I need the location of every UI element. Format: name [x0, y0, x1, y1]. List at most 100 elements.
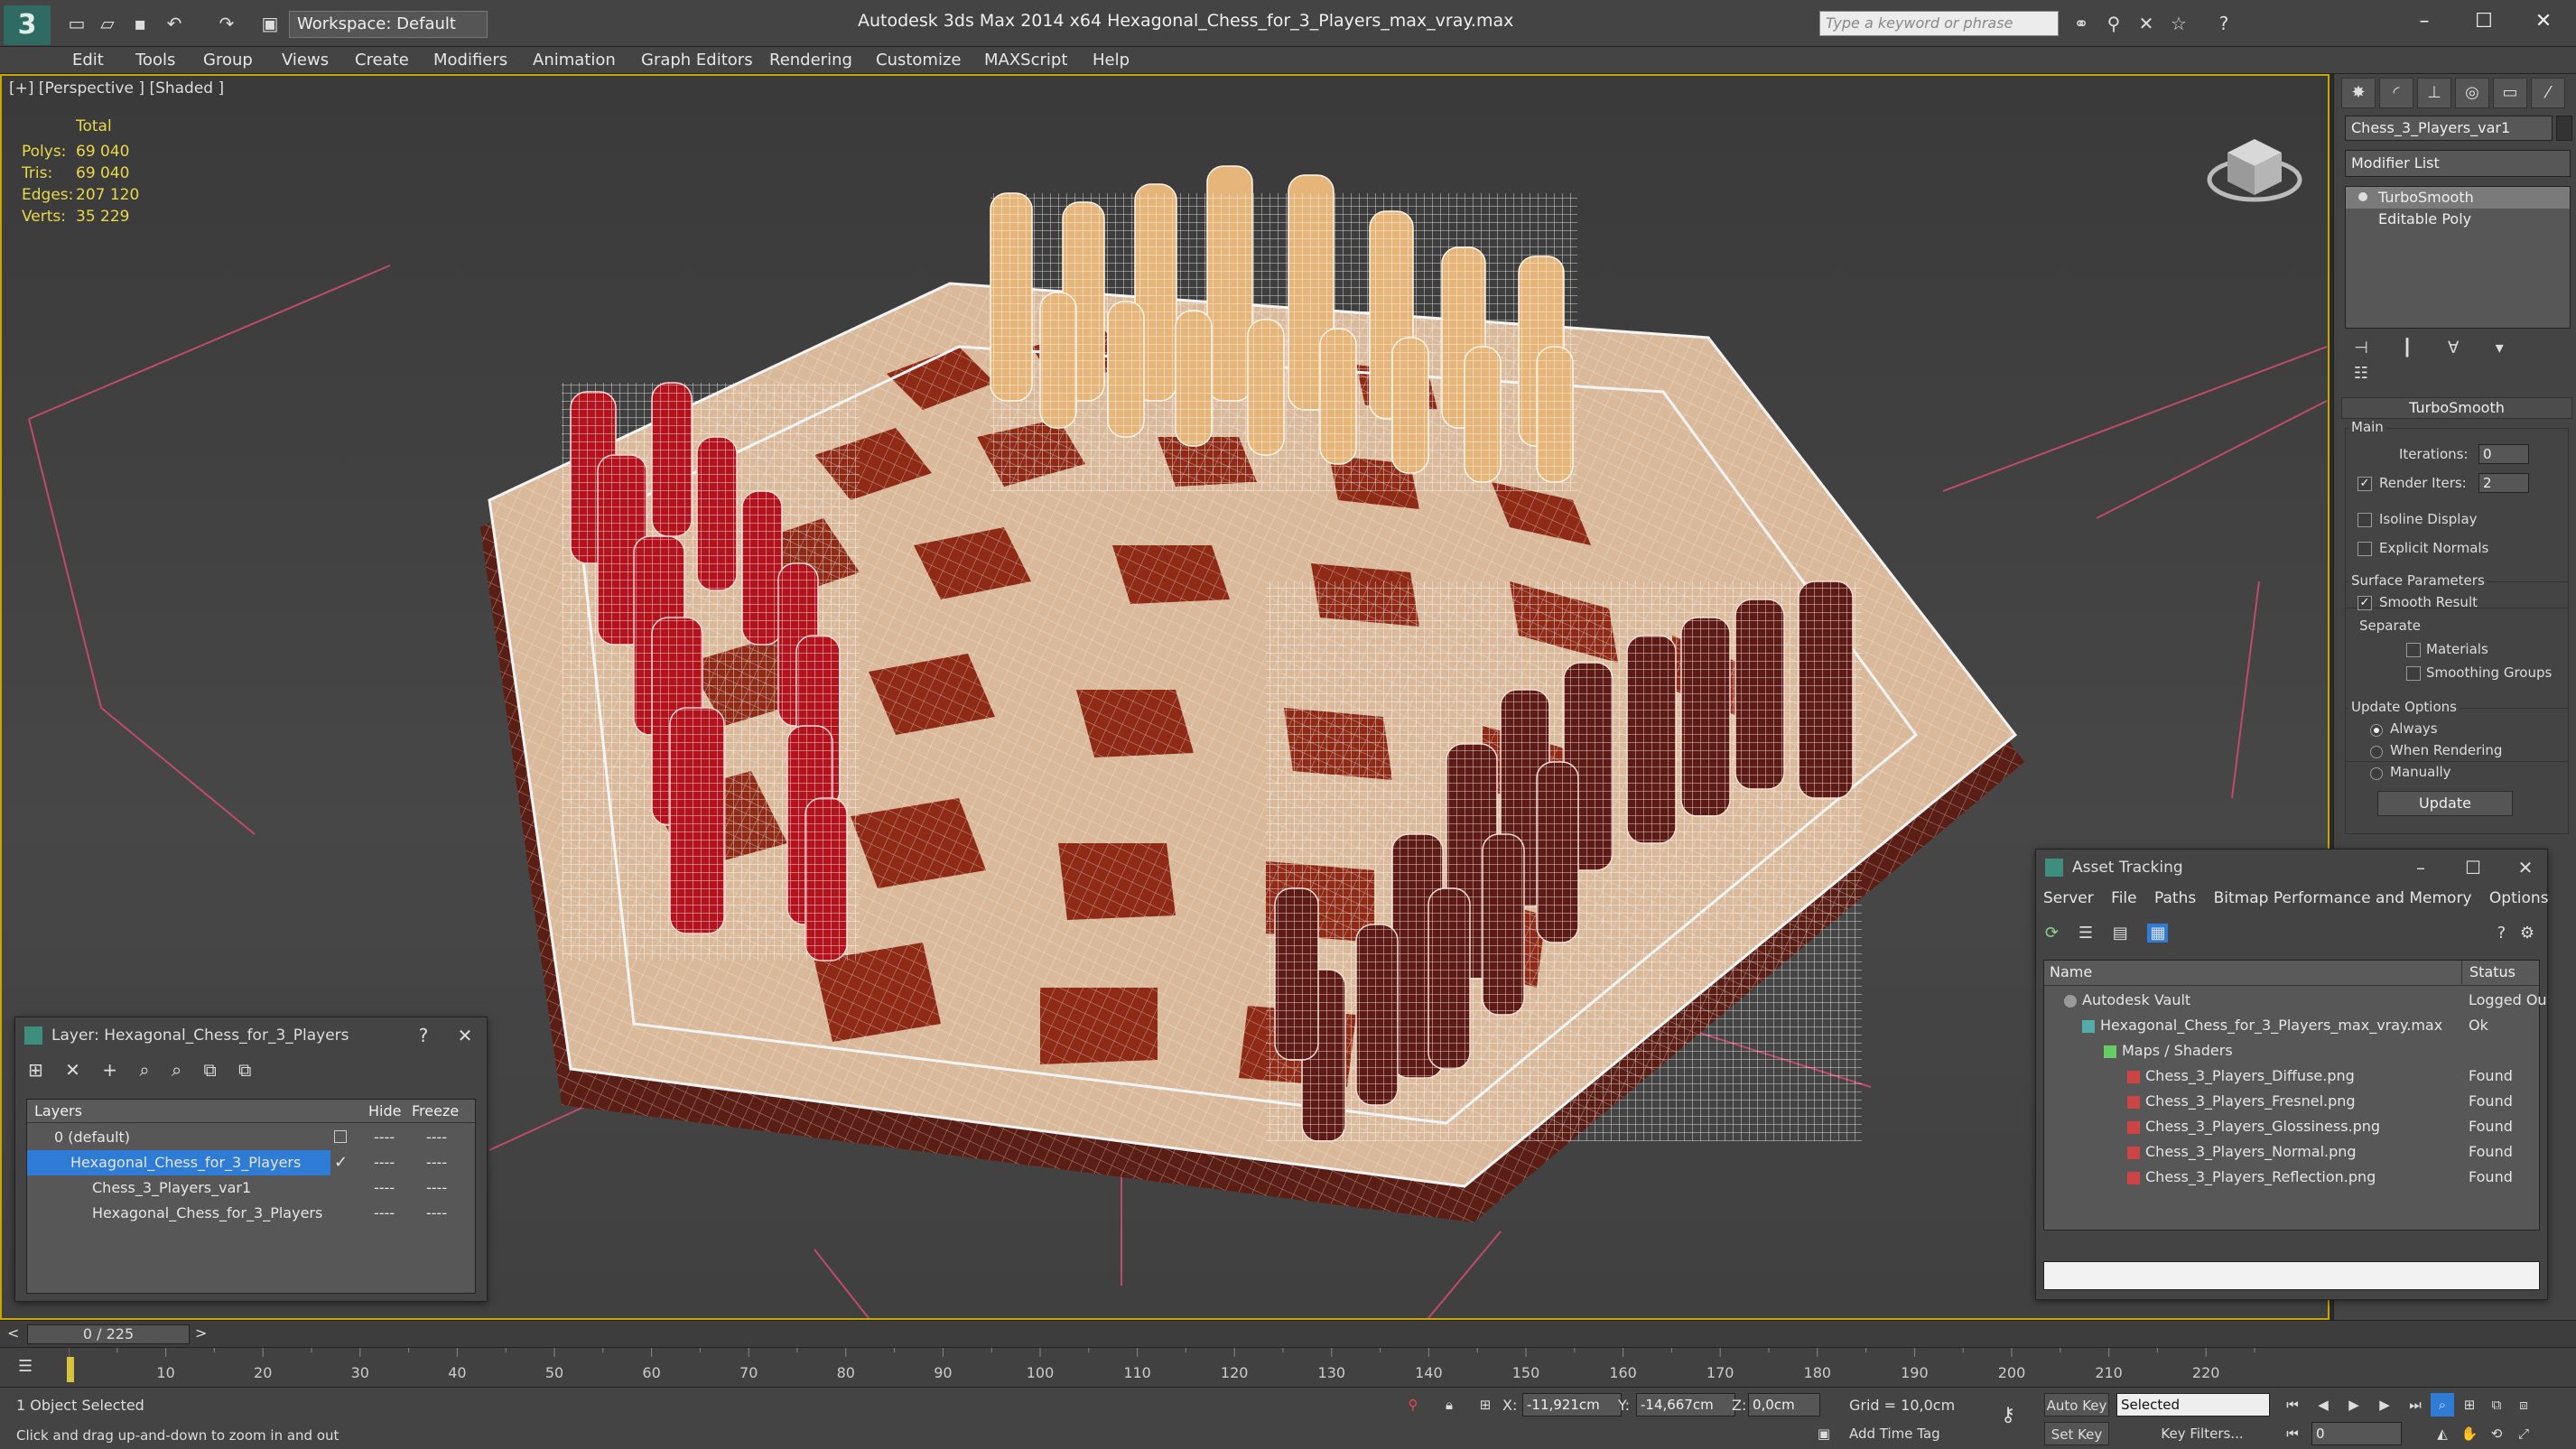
zoom-icon[interactable]: ⌕	[2431, 1393, 2454, 1416]
absolute-mode-icon[interactable]: ⊞	[1475, 1393, 1495, 1416]
layer-row[interactable]: 0 (default) ---- ----	[27, 1125, 475, 1150]
menu-create[interactable]: Create	[355, 51, 409, 70]
asset-menu-paths[interactable]: Paths	[2154, 889, 2196, 907]
settings-icon[interactable]: ⚙	[2520, 924, 2534, 943]
light-bulb-icon[interactable]	[2358, 192, 2367, 201]
display-tab-icon[interactable]: ▭	[2493, 78, 2527, 108]
field-of-view-icon[interactable]: ◭	[2431, 1422, 2454, 1445]
minimize-icon[interactable]: –	[2403, 850, 2439, 886]
add-time-tag[interactable]: Add Time Tag	[1849, 1426, 1940, 1442]
pin-stack-icon[interactable]: ⊣	[2345, 336, 2377, 361]
utilities-tab-icon[interactable]: ⁄	[2531, 78, 2565, 108]
open-file-icon[interactable]: ▱	[94, 11, 121, 36]
show-end-result-icon[interactable]: ┃	[2391, 336, 2423, 361]
help-icon[interactable]: ?	[2497, 924, 2506, 943]
current-frame-marker[interactable]	[67, 1357, 74, 1382]
render-iters-checkbox[interactable]: ✓	[2357, 477, 2372, 491]
asset-row[interactable]: Chess_3_Players_Fresnel.png Found	[2044, 1089, 2539, 1114]
object-name-field[interactable]: Chess_3_Players_var1	[2345, 116, 2553, 141]
current-frame-field[interactable]: 0	[2311, 1422, 2402, 1445]
go-to-end-icon[interactable]: ⏭	[2404, 1393, 2427, 1416]
add-to-layer-icon[interactable]: +	[102, 1059, 117, 1081]
modifier-list-dropdown[interactable]: Modifier List	[2345, 150, 2571, 177]
object-color-swatch[interactable]	[2556, 116, 2572, 141]
asset-row[interactable]: Chess_3_Players_Reflection.png Found	[2044, 1165, 2539, 1190]
maximize-icon[interactable]: ☐	[2455, 850, 2491, 886]
new-file-icon[interactable]: ▭	[63, 11, 90, 36]
next-frame-icon[interactable]: >	[195, 1324, 207, 1342]
viewport-label[interactable]: [+] [Perspective ] [Shaded ]	[9, 79, 224, 98]
asset-row[interactable]: Hexagonal_Chess_for_3_Players_max_vray.m…	[2044, 1013, 2539, 1038]
thumbnail-view-icon[interactable]: ▤	[2113, 924, 2128, 943]
next-key-icon[interactable]: ▶	[2373, 1393, 2396, 1416]
menu-animation[interactable]: Animation	[533, 51, 616, 70]
hierarchy-tab-icon[interactable]: ⊥	[2417, 78, 2451, 108]
communication-icon[interactable]: ✕	[2133, 11, 2160, 36]
previous-key-icon[interactable]: ◀	[2311, 1393, 2335, 1416]
set-key-button[interactable]: Set Key	[2044, 1422, 2109, 1445]
zoom-extents-all-icon[interactable]: ⧈	[2512, 1393, 2535, 1416]
col-freeze[interactable]: Freeze	[412, 1100, 459, 1123]
asset-menu-server[interactable]: Server	[2043, 889, 2094, 907]
col-hide[interactable]: Hide	[368, 1100, 401, 1123]
modify-tab-icon[interactable]: ◜	[2379, 78, 2413, 108]
table-view-icon[interactable]: ▦	[2147, 924, 2169, 943]
menu-group[interactable]: Group	[203, 51, 253, 70]
asset-menu-bitmap[interactable]: Bitmap Performance and Memory	[2214, 889, 2472, 907]
maximize-icon[interactable]: ☐	[2461, 5, 2506, 38]
manually-radio[interactable]	[2370, 767, 2383, 780]
asset-row[interactable]: Chess_3_Players_Normal.png Found	[2044, 1139, 2539, 1165]
subscription-icon[interactable]: ⚲	[2100, 11, 2127, 36]
render-iters-spinner[interactable]: 2	[2478, 473, 2529, 493]
menu-help[interactable]: Help	[1093, 51, 1130, 70]
auto-key-button[interactable]: Auto Key	[2044, 1393, 2109, 1416]
iterations-spinner[interactable]: 0	[2478, 444, 2529, 464]
orbit-icon[interactable]: ⟲	[2485, 1422, 2508, 1445]
minimize-icon[interactable]: –	[2402, 5, 2447, 38]
hide-all-icon[interactable]: ⧉	[204, 1059, 217, 1081]
prev-frame-icon[interactable]: <	[7, 1324, 19, 1342]
layer-row[interactable]: Hexagonal_Chess_for_3_Players ---- ----	[27, 1201, 475, 1226]
menu-graph-editors[interactable]: Graph Editors	[641, 51, 753, 70]
x-coordinate-field[interactable]: -11,921cm	[1522, 1393, 1622, 1416]
menu-rendering[interactable]: Rendering	[769, 51, 852, 70]
remove-modifier-icon[interactable]: ▾	[2483, 336, 2516, 361]
asset-menu-file[interactable]: File	[2111, 889, 2136, 907]
new-layer-icon[interactable]: ⊞	[28, 1059, 43, 1081]
isoline-display-checkbox[interactable]	[2357, 513, 2372, 527]
app-logo-icon[interactable]: 3	[4, 5, 51, 45]
menu-edit[interactable]: Edit	[72, 51, 104, 70]
selection-set-dropdown[interactable]: Selected	[2116, 1393, 2270, 1416]
z-coordinate-field[interactable]: 0,0cm	[1748, 1393, 1820, 1416]
freeze-all-icon[interactable]: ⧉	[238, 1059, 251, 1081]
redo-icon[interactable]: ↷	[213, 11, 240, 36]
y-coordinate-field[interactable]: -14,667cm	[1636, 1393, 1735, 1416]
asset-menu-options[interactable]: Options	[2489, 889, 2549, 907]
current-layer-box[interactable]	[334, 1130, 347, 1143]
select-objects-icon[interactable]: ⌕	[139, 1059, 149, 1081]
time-slider[interactable]: < 0 / 225 >	[0, 1320, 2576, 1347]
turbosmooth-rollout[interactable]: TurboSmooth	[2341, 397, 2572, 419]
key-filters-button[interactable]: Key Filters...	[2153, 1422, 2252, 1445]
go-to-start-icon[interactable]: ⏮	[2281, 1393, 2304, 1416]
close-icon[interactable]: ✕	[2507, 850, 2543, 886]
menu-views[interactable]: Views	[282, 51, 329, 70]
help-icon[interactable]: ?	[2210, 11, 2237, 36]
menu-maxscript[interactable]: MAXScript	[984, 51, 1067, 70]
close-icon[interactable]: ✕	[2521, 5, 2566, 38]
key-mode-toggle-icon[interactable]: ⏮	[2281, 1422, 2304, 1445]
search-input[interactable]: Type a keyword or phrase	[1819, 11, 2059, 36]
set-key-mode-icon[interactable]: ⚷	[1992, 1404, 2024, 1427]
binoculars-icon[interactable]: ⚭	[2068, 11, 2095, 36]
time-slider-thumb[interactable]: 0 / 225	[27, 1324, 190, 1344]
trackbar[interactable]: ☰ 10 20 30 40 50 60 70 80 90 100 110 120 130 140 150 16…	[0, 1347, 2576, 1387]
layer-row[interactable]: Chess_3_Players_var1 ---- ----	[27, 1175, 475, 1201]
motion-tab-icon[interactable]: ◎	[2455, 78, 2489, 108]
asset-window-titlebar[interactable]: Asset Tracking – ☐ ✕	[2036, 850, 2547, 886]
lock-selection-icon[interactable]: 🔒︎	[1439, 1393, 1459, 1416]
play-icon[interactable]: ▶	[2342, 1393, 2366, 1416]
asset-row[interactable]: Autodesk Vault Logged Ou	[2044, 988, 2547, 1013]
menu-tools[interactable]: Tools	[135, 51, 175, 70]
time-tag-icon[interactable]: ▣	[1813, 1422, 1835, 1445]
pan-view-icon[interactable]: ✋	[2458, 1422, 2481, 1445]
